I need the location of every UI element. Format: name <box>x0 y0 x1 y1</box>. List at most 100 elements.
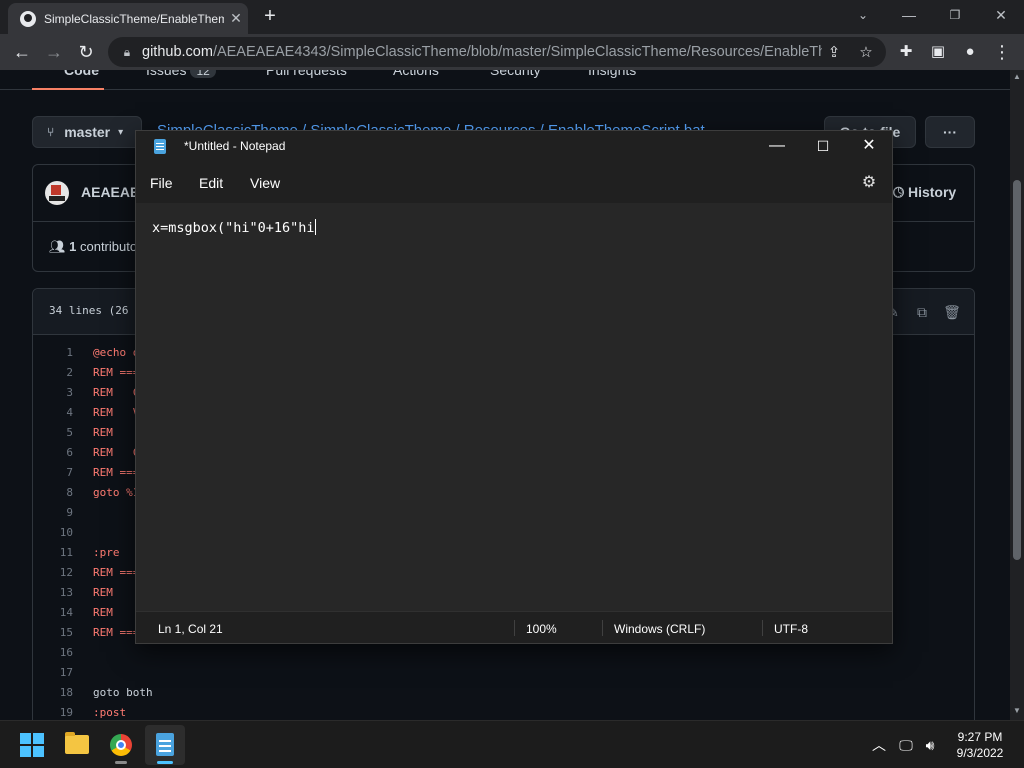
tab-issues[interactable]: Issues 12 <box>146 70 216 78</box>
line-number[interactable]: 17 <box>33 663 73 683</box>
status-encoding[interactable]: UTF-8 <box>774 622 808 636</box>
line-number[interactable]: 1 <box>33 343 73 363</box>
volume-icon[interactable]: 🔊︎ <box>920 735 940 755</box>
line-number[interactable]: 3 <box>33 383 73 403</box>
chrome-icon <box>110 734 132 756</box>
maximize-icon[interactable]: ☐ <box>800 131 846 163</box>
network-icon[interactable]: 🖵︎ <box>896 735 916 755</box>
active-indicator <box>157 761 173 764</box>
github-favicon-icon <box>20 10 36 27</box>
menu-file[interactable]: File <box>150 175 173 191</box>
copy-icon[interactable]: ⧉ <box>911 301 933 323</box>
line-number[interactable]: 14 <box>33 603 73 623</box>
tab-issues-label: Issues <box>146 70 187 78</box>
share-icon[interactable]: ⇪ <box>824 43 844 63</box>
browser-restore-icon[interactable]: ❐ <box>932 0 978 30</box>
line-number[interactable]: 15 <box>33 623 73 643</box>
scroll-up-icon[interactable]: ▲ <box>1010 72 1024 81</box>
line-number[interactable]: 19 <box>33 703 73 720</box>
notepad-icon <box>156 733 174 756</box>
status-separator <box>514 620 515 636</box>
scrollbar-thumb[interactable] <box>1013 180 1021 560</box>
line-number[interactable]: 13 <box>33 583 73 603</box>
lock-icon[interactable]: 🔒︎ <box>112 45 142 60</box>
line-number[interactable]: 18 <box>33 683 73 703</box>
taskbar-chrome[interactable] <box>101 725 141 765</box>
windows-logo-icon <box>20 733 44 757</box>
extensions-puzzle-icon[interactable]: ✚ <box>894 40 918 64</box>
line-number[interactable]: 9 <box>33 503 73 523</box>
text-caret <box>314 219 316 235</box>
browser-minimize-icon[interactable]: — <box>886 0 932 30</box>
status-zoom[interactable]: 100% <box>526 622 557 636</box>
contributors-link[interactable]: 👥︎ 1 contributor <box>49 239 141 255</box>
new-tab-button[interactable]: + <box>258 5 282 29</box>
tab-title: SimpleClassicTheme/EnableThem <box>44 11 224 26</box>
line-source: REM C <box>93 446 140 459</box>
url-text[interactable]: github.com/AEAEAEAE4343/SimpleClassicThe… <box>142 44 822 60</box>
line-number[interactable]: 12 <box>33 563 73 583</box>
line-number[interactable]: 6 <box>33 443 73 463</box>
status-line-ending[interactable]: Windows (CRLF) <box>614 622 705 636</box>
tab-close-icon[interactable]: ✕ <box>224 10 248 27</box>
side-panel-icon[interactable]: ▣ <box>926 40 950 64</box>
browser-close-icon[interactable]: ✕ <box>978 0 1024 30</box>
line-number[interactable]: 11 <box>33 543 73 563</box>
url-path: /AEAEAEAE4343/SimpleClassicTheme/blob/ma… <box>212 44 822 60</box>
tab-search-icon[interactable]: ⌄ <box>840 0 886 30</box>
tab-actions[interactable]: Actions <box>393 70 439 78</box>
back-arrow-icon[interactable]: ← <box>10 40 34 64</box>
branch-select-button[interactable]: ⑂ master ▾ <box>32 116 142 148</box>
address-bar[interactable]: 🔒︎ github.com/AEAEAEAE4343/SimpleClassic… <box>108 37 886 67</box>
tab-code[interactable]: Code <box>64 70 99 78</box>
system-clock[interactable]: 9:27 PM 9/3/2022 <box>948 729 1012 761</box>
chrome-menu-icon[interactable]: ⋮ <box>990 40 1014 64</box>
tab-security[interactable]: Security <box>490 70 541 78</box>
tab-insights[interactable]: Insights <box>588 70 636 78</box>
line-source: REM === <box>93 626 140 639</box>
bookmark-star-icon[interactable]: ☆ <box>856 43 876 63</box>
trash-icon[interactable]: 🗑︎ <box>941 301 963 323</box>
forward-arrow-icon[interactable]: → <box>42 40 66 64</box>
menu-view[interactable]: View <box>250 175 280 191</box>
close-icon[interactable]: ✕ <box>846 131 892 163</box>
notepad-text-line[interactable]: x=msgbox("hi"0+16"hi <box>152 219 316 236</box>
history-label: History <box>907 184 957 200</box>
line-source: @echo o <box>93 346 140 359</box>
scroll-down-icon[interactable]: ▼ <box>1010 706 1024 715</box>
line-source: REM C <box>93 386 140 399</box>
line-number[interactable]: 4 <box>33 403 73 423</box>
git-branch-icon: ⑂ <box>47 125 55 139</box>
line-number[interactable]: 7 <box>33 463 73 483</box>
notepad-statusbar: Ln 1, Col 21 100% Windows (CRLF) UTF-8 <box>136 611 892 643</box>
issues-count-badge: 12 <box>190 70 216 78</box>
settings-gear-icon[interactable]: ⚙ <box>859 173 879 193</box>
reload-icon[interactable]: ↻ <box>74 40 98 64</box>
line-source: :pre <box>93 546 120 559</box>
menu-edit[interactable]: Edit <box>199 175 223 191</box>
code-line: 16 <box>33 643 974 663</box>
line-number[interactable]: 8 <box>33 483 73 503</box>
tray-chevron-up-icon[interactable]: ︿ <box>869 735 889 755</box>
repo-nav: Code Issues 12 Pull requests Actions Secu… <box>0 70 1010 90</box>
notepad-app-icon <box>154 139 166 154</box>
line-number[interactable]: 5 <box>33 423 73 443</box>
line-number[interactable]: 16 <box>33 643 73 663</box>
page-scrollbar[interactable]: ▲ ▼ <box>1010 70 1024 720</box>
taskbar-notepad[interactable] <box>145 725 185 765</box>
profile-avatar-icon[interactable]: ● <box>958 40 982 64</box>
notepad-text-area[interactable]: x=msgbox("hi"0+16"hi <box>136 203 892 611</box>
notepad-titlebar[interactable]: *Untitled - Notepad — ☐ ✕ <box>136 131 892 163</box>
tab-pull-requests[interactable]: Pull requests <box>266 70 347 78</box>
more-options-button[interactable]: ··· <box>925 116 975 148</box>
browser-toolbar: ← → ↻ 🔒︎ github.com/AEAEAEAE4343/SimpleC… <box>0 34 1024 70</box>
line-number[interactable]: 2 <box>33 363 73 383</box>
browser-tab-active[interactable]: SimpleClassicTheme/EnableThem ✕ <box>8 3 248 34</box>
author-avatar[interactable] <box>45 181 69 205</box>
line-number[interactable]: 10 <box>33 523 73 543</box>
line-source: :post <box>93 706 127 719</box>
taskbar-file-explorer[interactable] <box>57 725 97 765</box>
history-link[interactable]: 🕓︎ History <box>893 184 956 201</box>
start-button[interactable] <box>12 725 52 765</box>
minimize-icon[interactable]: — <box>754 131 800 163</box>
